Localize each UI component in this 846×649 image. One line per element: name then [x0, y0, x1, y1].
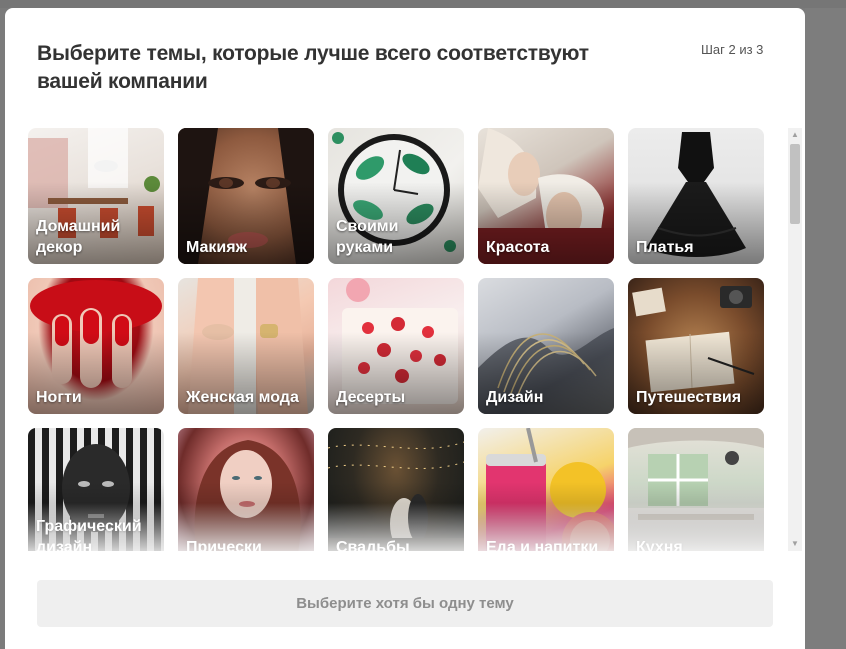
topic-label: Платья	[636, 239, 694, 256]
step-indicator: Шаг 2 из 3	[701, 42, 764, 57]
select-topic-button[interactable]: Выберите хотя бы одну тему	[37, 580, 773, 627]
topics-scroll-area[interactable]: Домашний декор Макияж Своими руками Крас…	[28, 128, 787, 551]
topic-tile-nails[interactable]: Ногти	[28, 278, 164, 414]
scroll-up-arrow-icon[interactable]: ▲	[788, 128, 802, 142]
topic-label: Домашний декор	[36, 218, 121, 256]
topic-label: Ногти	[36, 389, 82, 406]
topic-label: Своими руками	[336, 218, 399, 256]
vertical-scrollbar[interactable]: ▲ ▼	[788, 128, 802, 551]
topic-tile-design[interactable]: Дизайн	[478, 278, 614, 414]
topic-tile-makeup[interactable]: Макияж	[178, 128, 314, 264]
topic-tile-desserts[interactable]: Десерты	[328, 278, 464, 414]
topic-selection-dialog: Выберите темы, которые лучше всего соотв…	[5, 8, 805, 649]
topics-grid: Домашний декор Макияж Своими руками Крас…	[28, 128, 787, 551]
topic-label: Прически	[186, 539, 262, 551]
topic-label: Красота	[486, 239, 550, 256]
topic-tile-kitchen[interactable]: Кухня	[628, 428, 764, 551]
topic-tile-hairstyles[interactable]: Прически	[178, 428, 314, 551]
backdrop-top	[0, 0, 846, 8]
topic-label: Макияж	[186, 239, 247, 256]
topic-label: Десерты	[336, 389, 406, 406]
topic-tile-home-decor[interactable]: Домашний декор	[28, 128, 164, 264]
topic-label: Свадьбы	[336, 539, 410, 551]
topic-tile-graphic-design[interactable]: Графический дизайн	[28, 428, 164, 551]
topic-tile-dresses[interactable]: Платья	[628, 128, 764, 264]
topic-tile-diy[interactable]: Своими руками	[328, 128, 464, 264]
scroll-down-arrow-icon[interactable]: ▼	[788, 537, 802, 551]
topic-label: Кухня	[636, 539, 683, 551]
topic-tile-travel[interactable]: Путешествия	[628, 278, 764, 414]
topic-tile-food-drinks[interactable]: Еда и напитки	[478, 428, 614, 551]
topic-label: Графический дизайн	[36, 518, 142, 551]
topic-label: Еда и напитки	[486, 539, 599, 551]
topic-label: Путешествия	[636, 389, 742, 406]
topic-label: Дизайн	[486, 389, 544, 406]
scrollbar-thumb[interactable]	[790, 144, 800, 224]
topic-label: Женская мода	[186, 389, 299, 406]
topic-tile-weddings[interactable]: Свадьбы	[328, 428, 464, 551]
dialog-title: Выберите темы, которые лучше всего соотв…	[37, 42, 589, 93]
backdrop-right	[805, 8, 846, 649]
topic-tile-beauty[interactable]: Красота	[478, 128, 614, 264]
topic-tile-womens-fashion[interactable]: Женская мода	[178, 278, 314, 414]
